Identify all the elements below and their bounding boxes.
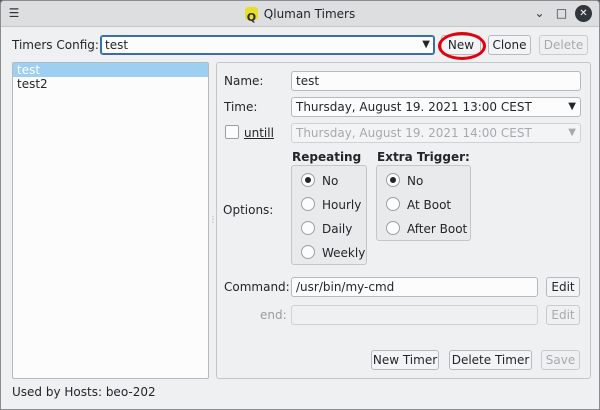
highlight-circle <box>438 32 486 60</box>
save-button[interactable]: Save <box>541 350 580 370</box>
end-field[interactable] <box>291 305 538 325</box>
repeat-weekly-radio[interactable] <box>301 245 315 259</box>
timer-list[interactable]: test test2 <box>12 62 209 379</box>
until-label: untill <box>244 126 274 140</box>
used-by-hosts-text: Used by Hosts: beo-202 <box>12 385 156 399</box>
repeat-no-radio[interactable] <box>301 173 315 187</box>
list-item[interactable]: test <box>13 63 208 77</box>
maximize-icon[interactable]: □ <box>553 5 570 22</box>
trigger-no-radio[interactable] <box>386 173 400 187</box>
list-item[interactable]: test2 <box>13 77 208 91</box>
timers-config-label: Timers Config: <box>12 38 99 52</box>
repeat-hourly-label: Hourly <box>322 198 362 212</box>
command-label: Command: <box>224 280 290 294</box>
close-icon[interactable]: ✕ <box>575 5 592 22</box>
new-timer-button[interactable]: New Timer <box>371 350 439 370</box>
command-value: /usr/bin/my-cmd <box>296 280 395 294</box>
trigger-no-label: No <box>407 174 424 188</box>
clone-config-button[interactable]: Clone <box>488 35 531 55</box>
repeating-title: Repeating <box>292 150 362 164</box>
options-label: Options: <box>223 203 274 217</box>
repeat-weekly-label: Weekly <box>322 246 366 260</box>
time-select[interactable]: Thursday, August 19. 2021 13:00 CEST ▼ <box>291 97 581 117</box>
end-label: end: <box>260 308 287 322</box>
trigger-after-boot-label: After Boot <box>407 222 468 236</box>
window-title-text: Qluman Timers <box>263 7 356 21</box>
end-edit-button[interactable]: Edit <box>546 305 580 325</box>
command-edit-button[interactable]: Edit <box>546 277 580 297</box>
repeat-no-label: No <box>322 174 339 188</box>
splitter-handle[interactable]: ⋮ <box>209 216 217 224</box>
timers-config-select[interactable]: test ▼ <box>100 35 435 55</box>
minimize-icon[interactable]: ⌄ <box>531 5 548 22</box>
name-value: test <box>296 74 320 88</box>
delete-timer-button[interactable]: Delete Timer <box>449 350 532 370</box>
delete-config-button[interactable]: Delete <box>539 35 588 55</box>
repeat-daily-radio[interactable] <box>301 221 315 235</box>
chevron-down-icon: ▼ <box>568 101 576 112</box>
until-select[interactable]: Thursday, August 19. 2021 14:00 CEST ▼ <box>291 123 581 143</box>
time-value: Thursday, August 19. 2021 13:00 CEST <box>296 100 532 114</box>
until-value: Thursday, August 19. 2021 14:00 CEST <box>296 126 532 140</box>
chevron-down-icon: ▼ <box>568 127 576 138</box>
command-field[interactable]: /usr/bin/my-cmd <box>291 277 538 297</box>
main-window: ☰ Qluman Timers ⌄ □ ✕ Timers Config: tes… <box>0 0 600 410</box>
until-checkbox[interactable] <box>225 125 239 139</box>
repeat-hourly-radio[interactable] <box>301 197 315 211</box>
name-field[interactable]: test <box>291 71 581 91</box>
trigger-at-boot-label: At Boot <box>407 198 452 212</box>
trigger-after-boot-radio[interactable] <box>386 221 400 235</box>
timers-config-value: test <box>105 38 129 52</box>
extra-trigger-title: Extra Trigger: <box>377 150 470 164</box>
app-logo-icon <box>244 5 258 31</box>
trigger-at-boot-radio[interactable] <box>386 197 400 211</box>
repeat-daily-label: Daily <box>322 222 353 236</box>
time-label: Time: <box>224 100 258 114</box>
window-title: Qluman Timers <box>1 1 599 31</box>
name-label: Name: <box>224 74 264 88</box>
chevron-down-icon: ▼ <box>422 39 430 50</box>
title-bar: ☰ Qluman Timers ⌄ □ ✕ <box>1 1 599 31</box>
